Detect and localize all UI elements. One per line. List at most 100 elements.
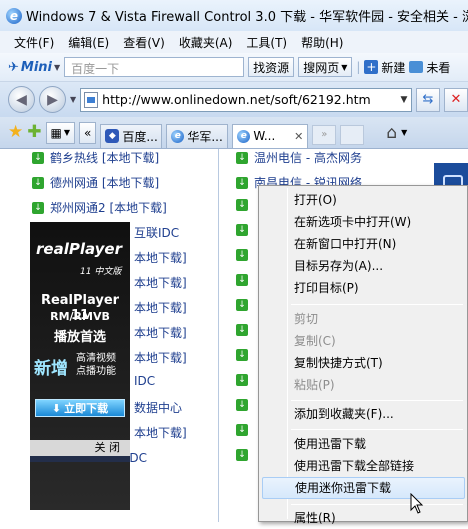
menu-item-open-new-window[interactable]: 在新窗口中打开(N) [262,233,465,255]
mirror-link: 德州网通 [本地下载] [50,176,160,190]
unread-label: 未看 [426,60,451,75]
list-item: ↓ [236,224,248,236]
menu-favorites[interactable]: 收藏夹(A) [179,34,233,51]
page-icon [84,91,99,108]
list-item: ↓ [236,374,248,386]
list-item: ↓ [236,324,248,336]
list-item[interactable]: 本地下载] [134,249,187,266]
tab-label: W... [253,129,276,143]
new-label: 新建 [381,60,406,75]
mirror-link: IDC [134,374,156,388]
menu-file[interactable]: 文件(F) [14,34,54,51]
history-dropdown-icon[interactable]: ▼ [70,95,76,104]
unread-button[interactable]: 未看 [409,59,450,76]
list-item[interactable]: 本地下载] [134,299,187,316]
list-item[interactable]: 本地下载] [134,324,187,341]
menu-item-open[interactable]: 打开(O) [262,189,465,211]
mirror-link: 本地下载] [134,301,187,315]
download-icon: ↓ [236,349,248,361]
tab-huajun[interactable]: e 华军... [166,123,229,148]
refresh-button[interactable]: ⇆ [416,87,440,112]
menu-help[interactable]: 帮助(H) [301,34,343,51]
double-chevron-right-icon[interactable]: » [312,124,337,145]
chevron-down-icon[interactable]: ▼ [397,95,411,105]
mini-logo-icon: ✈ [8,59,19,75]
ad-close-button[interactable]: 关 闭 [30,440,130,456]
download-icon: ↓ [32,201,44,214]
menu-tools[interactable]: 工具(T) [246,34,287,51]
title-bar: e Windows 7 & Vista Firewall Control 3.0… [0,0,468,31]
ad-new-badge: 新增 [34,359,68,379]
ad-feature-line: 高清视频 [76,353,116,364]
list-item: ↓ [236,399,248,411]
menu-item-thunder-download-all[interactable]: 使用迅雷下载全部链接 [262,455,465,477]
list-item[interactable]: ↓ 鹤乡热线 [本地下载] [32,149,159,166]
find-resource-button[interactable]: 找资源 [248,57,295,77]
realplayer-ad[interactable]: realPlayer 11 中文版 RealPlayer 11 RM/RMVB … [30,222,130,510]
separator: | [356,60,361,74]
mini-logo[interactable]: ✈ Mini ▼ [8,60,60,75]
menu-item-add-favorites[interactable]: 添加到收藏夹(F)... [262,403,465,425]
ad-features: 高清视频 点播功能 [76,352,116,378]
new-tab-button[interactable] [340,124,365,145]
forward-button[interactable]: ▶ [39,86,66,113]
menu-item-save-target[interactable]: 目标另存为(A)... [262,255,465,277]
tab-current[interactable]: e W... ✕ [232,123,309,148]
mirror-link: 鹤乡热线 [本地下载] [50,151,160,165]
tab-list-left-button[interactable]: « [79,121,97,144]
ie-icon: e [237,129,251,143]
tab-baidu[interactable]: ◆ 百度... [100,123,163,148]
list-item[interactable]: 数据中心 [134,399,182,416]
address-field[interactable]: http://www.onlinedown.net/soft/62192.htm… [80,87,412,112]
new-button[interactable]: + 新建 [364,59,405,76]
menu-separator [291,504,463,505]
list-item[interactable]: 互联IDC [134,224,179,241]
menu-bar: 文件(F) 编辑(E) 查看(V) 收藏夹(A) 工具(T) 帮助(H) [0,31,468,53]
add-favorite-icon[interactable]: ✚ [27,124,41,141]
address-toolbar: ◀ ▶ ▼ http://www.onlinedown.net/soft/621… [0,82,468,117]
close-tab-icon[interactable]: ✕ [294,130,303,143]
home-icon[interactable]: ⌂ [386,123,397,143]
list-item[interactable]: 本地下载] [134,274,187,291]
menu-item-thunder-download[interactable]: 使用迅雷下载 [262,433,465,455]
menu-item-print-target[interactable]: 打印目标(P) [262,277,465,299]
stop-button[interactable]: ✕ [444,87,468,112]
quick-tabs-button[interactable]: ▦ ▼ [45,121,75,144]
chevron-down-icon: ▼ [54,62,61,72]
realplayer-logo: realPlayer [36,240,122,258]
download-icon: ↓ [236,199,248,211]
menu-separator [291,400,463,401]
forward-arrow-icon: ▶ [47,91,58,108]
list-item: ↓ [236,199,248,211]
list-item: ↓ [236,274,248,286]
menu-item-copy: 复制(C) [294,334,336,348]
list-item[interactable]: 本地下载] [134,349,187,366]
search-web-button[interactable]: 搜网页 ▼ [298,57,353,77]
ad-download-button[interactable]: ⬇ 立即下载 [35,399,125,417]
download-icon: ↓ [32,151,44,164]
folder-icon [409,61,424,73]
download-icon: ↓ [236,299,248,311]
list-item[interactable]: ↓ 郑州网通2 [本地下载] [32,199,167,216]
ad-formats: RM/RMVB [50,310,110,323]
mouse-cursor-icon [410,493,424,514]
chevron-down-icon[interactable]: ▼ [401,128,407,137]
menu-view[interactable]: 查看(V) [123,34,165,51]
mini-search-input[interactable]: 百度一下 [64,57,245,77]
menu-item-copy-shortcut[interactable]: 复制快捷方式(T) [262,352,465,374]
url-text: http://www.onlinedown.net/soft/62192.htm [102,92,371,107]
menu-item-properties[interactable]: 属性(R) [262,507,465,529]
menu-item-mini-thunder-download[interactable]: 使用迷你迅雷下载 [262,477,465,499]
list-item[interactable]: ↓ 温州电信 - 高杰网务 [236,149,362,166]
list-item[interactable]: ↓ 德州网通 [本地下载] [32,174,159,191]
menu-separator [291,304,463,305]
menu-item-open-new-tab[interactable]: 在新选项卡中打开(W) [262,211,465,233]
menu-edit[interactable]: 编辑(E) [68,34,109,51]
list-item[interactable]: 本地下载] [134,424,187,441]
back-button[interactable]: ◀ [8,86,35,113]
mirror-link: 本地下载] [134,251,187,265]
list-item[interactable]: IDC [134,374,155,388]
grid-icon: ▦ [50,125,62,140]
list-item: ↓ [236,349,248,361]
favorites-star-icon[interactable]: ★ [8,124,23,141]
